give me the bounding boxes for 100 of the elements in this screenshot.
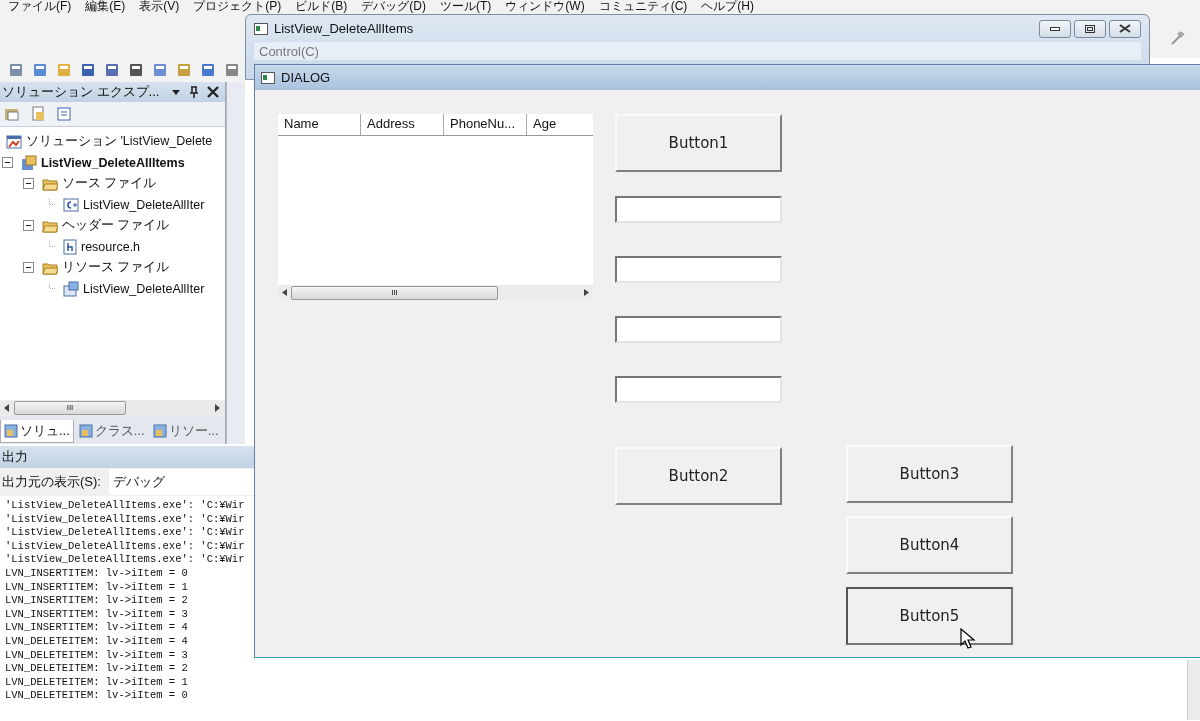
collapse-box-icon[interactable]	[2, 157, 13, 168]
horizontal-scrollbar[interactable]: III	[0, 400, 226, 416]
folder-icon	[42, 260, 58, 275]
collapse-box-icon[interactable]	[23, 220, 34, 231]
tree-item[interactable]: ListView_DeleteAllIter	[83, 281, 205, 296]
toolbar-icon[interactable]	[8, 62, 24, 78]
menu-item[interactable]: プロジェクト(P)	[193, 0, 282, 13]
source-label: 出力元の表示(S):	[2, 473, 101, 491]
output-line: LVN_INSERTITEM: lv->iItem = 2	[5, 594, 189, 608]
push-button[interactable]: Button1	[615, 114, 782, 172]
toolbar-icon[interactable]	[224, 62, 240, 78]
panel-tab[interactable]: リソー...	[149, 420, 222, 442]
tab-icon	[78, 424, 93, 438]
output-line: LVN_INSERTITEM: lv->iItem = 0	[5, 566, 189, 581]
window-icon	[254, 22, 268, 35]
dropdown-icon[interactable]	[171, 88, 182, 96]
maximize-icon	[1085, 24, 1095, 33]
window-icon	[261, 71, 275, 84]
vertical-scrollbar[interactable]	[1187, 660, 1200, 720]
properties-icon[interactable]	[4, 106, 20, 122]
toolbar-icon[interactable]	[128, 62, 144, 78]
output-line: LVN_DELETEITEM: lv->iItem = 0	[5, 689, 189, 703]
output-line: LVN_DELETEITEM: lv->iItem = 1	[5, 675, 189, 690]
dialog-title: DIALOG	[281, 70, 331, 85]
maximize-button[interactable]	[1074, 19, 1106, 38]
toolbar-icon[interactable]	[104, 62, 120, 78]
column-header[interactable]: Address	[361, 114, 444, 135]
output-line: LVN_INSERTITEM: lv->iItem = 3	[5, 607, 189, 622]
close-button[interactable]	[1109, 19, 1141, 38]
output-line: LVN_DELETEITEM: lv->iItem = 2	[5, 662, 189, 676]
horizontal-scrollbar[interactable]: III	[278, 285, 593, 300]
folder-icon	[42, 176, 58, 191]
minimize-button[interactable]	[1039, 19, 1071, 38]
list-view[interactable]: Name Address PhoneNu... Age III	[278, 114, 593, 300]
tree-item[interactable]: ヘッダー ファイル	[62, 217, 170, 234]
menu-item[interactable]: ビルド(B)	[295, 0, 348, 13]
header-file-icon	[63, 238, 77, 255]
menu-item[interactable]: ヘルプ(H)	[701, 0, 754, 13]
mouse-pointer-icon	[960, 628, 976, 650]
resource-file-icon	[63, 280, 79, 297]
menu-item[interactable]: 編集(E)	[85, 0, 126, 13]
output-line: 'ListView_DeleteAllItems.exe': 'C:¥Wir	[5, 553, 246, 567]
cpp-file-icon	[63, 196, 79, 213]
source-dropdown[interactable]: デバッグ	[108, 469, 254, 495]
output-line: 'ListView_DeleteAllItems.exe': 'C:¥Wir	[5, 526, 246, 540]
scroll-thumb[interactable]: III	[291, 285, 498, 300]
output-line: 'ListView_DeleteAllItems.exe': 'C:¥Wir	[5, 499, 246, 513]
tab-icon	[152, 424, 167, 438]
column-header[interactable]: Age	[527, 114, 591, 135]
input-field[interactable]	[615, 256, 782, 283]
push-button[interactable]: Button5	[846, 587, 1013, 645]
tree-item[interactable]: resource.h	[81, 239, 141, 254]
tree-item[interactable]: ソース ファイル	[62, 175, 157, 192]
menu-item[interactable]: コミュニティ(C)	[598, 0, 688, 13]
panel-title: 出力	[2, 448, 29, 466]
input-field[interactable]	[615, 376, 782, 403]
output-line: LVN_INSERTITEM: lv->iItem = 1	[5, 580, 189, 595]
tree-item[interactable]: ListView_DeleteAllIter	[83, 197, 205, 212]
panel-title: ソリューション エクスプ...	[2, 83, 161, 101]
toolbar-icon[interactable]	[200, 62, 216, 78]
project-icon	[21, 154, 37, 171]
tree-item[interactable]: ListView_DeleteAllItems	[41, 155, 185, 170]
close-icon	[1119, 24, 1131, 33]
toolbar-icon[interactable]	[152, 62, 168, 78]
scroll-thumb[interactable]: III	[14, 401, 126, 415]
input-field[interactable]	[615, 316, 782, 343]
menu-item[interactable]: ウィンドウ(W)	[505, 0, 585, 13]
scroll-left-icon[interactable]	[282, 289, 287, 296]
output-line: 'ListView_DeleteAllItems.exe': 'C:¥Wir	[5, 539, 246, 554]
menu-item[interactable]: デバッグ(D)	[361, 0, 426, 13]
column-header[interactable]: Name	[278, 114, 361, 135]
minimize-icon	[1050, 26, 1060, 31]
output-line: LVN_INSERTITEM: lv->iItem = 4	[5, 621, 189, 635]
panel-tab[interactable]: クラス...	[75, 420, 148, 442]
menu-item[interactable]: ファイル(F)	[8, 0, 72, 13]
scroll-right-icon[interactable]	[215, 404, 222, 412]
push-button[interactable]: Button3	[846, 445, 1013, 503]
solution-icon	[6, 133, 22, 150]
toolbar-icon[interactable]	[32, 62, 48, 78]
menu-item[interactable]: ツール(T)	[440, 0, 492, 13]
push-button[interactable]: Button4	[846, 516, 1013, 574]
input-field[interactable]	[615, 196, 782, 223]
scroll-right-icon[interactable]	[584, 289, 589, 296]
menu-item[interactable]: Control(C)	[259, 43, 319, 59]
menu-item[interactable]: 表示(V)	[139, 0, 180, 13]
close-icon[interactable]	[207, 86, 220, 98]
window-title: ListView_DeleteAllItems	[274, 21, 414, 36]
folder-icon	[42, 218, 58, 233]
toolbar-icon[interactable]	[80, 62, 96, 78]
push-button[interactable]: Button2	[615, 447, 782, 505]
scroll-left-icon[interactable]	[4, 404, 10, 412]
tab-icon	[4, 424, 18, 438]
tree-item[interactable]: リソース ファイル	[62, 259, 170, 276]
panel-tab[interactable]: ソリュ...	[0, 420, 74, 443]
column-header[interactable]: PhoneNu...	[444, 114, 527, 135]
pin-icon[interactable]	[189, 86, 200, 98]
tree-item[interactable]: ソリューション 'ListView_Delete	[26, 133, 213, 150]
collapse-box-icon[interactable]	[23, 262, 34, 273]
collapse-box-icon[interactable]	[23, 178, 34, 189]
output-line: 'ListView_DeleteAllItems.exe': 'C:¥Wir	[5, 512, 246, 527]
